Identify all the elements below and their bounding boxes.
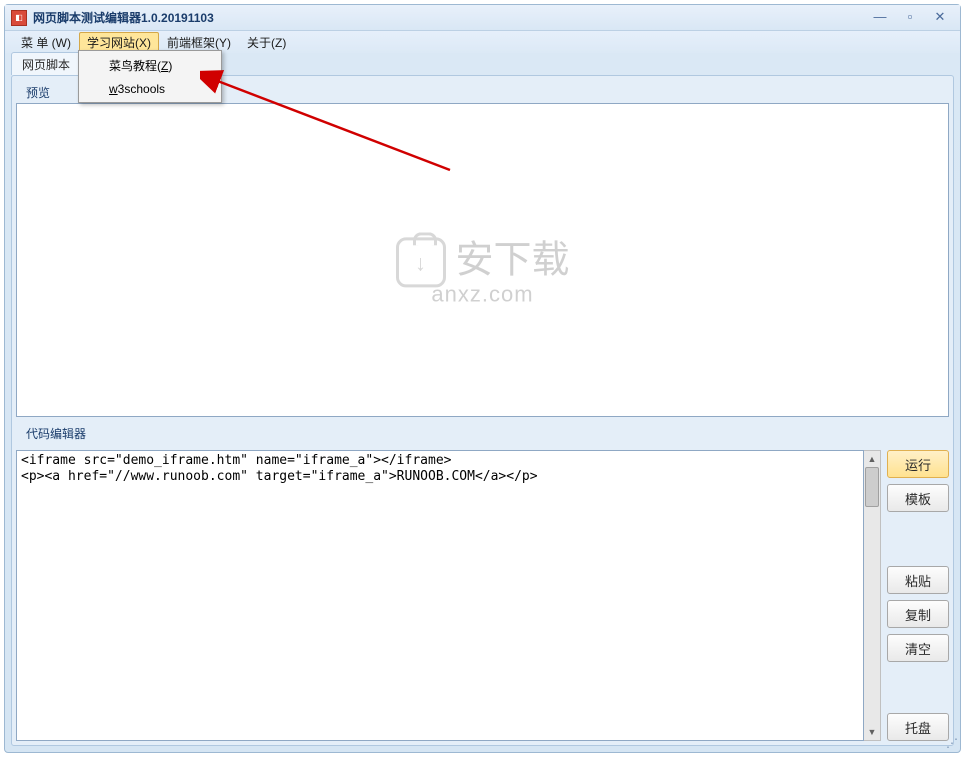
run-button[interactable]: 运行: [887, 450, 949, 478]
scroll-up-icon[interactable]: ▲: [864, 451, 880, 467]
watermark-line1: 安下载: [455, 239, 569, 281]
window-title: 网页脚本测试编辑器1.0.20191103: [33, 9, 214, 26]
close-button[interactable]: ✕: [926, 9, 954, 27]
minimize-button[interactable]: —: [866, 9, 894, 27]
dropdown-item-label: 菜鸟教程(Z): [109, 59, 172, 73]
tab-webscript[interactable]: 网页脚本: [11, 52, 81, 75]
watermark: 安下载 anxz.com: [395, 228, 569, 307]
template-button[interactable]: 模板: [887, 484, 949, 512]
app-icon: ◧: [11, 10, 27, 26]
dropdown-item-w3schools[interactable]: w3schools: [81, 78, 219, 100]
code-label: 代码编辑器: [16, 421, 949, 444]
dropdown-item-runoob[interactable]: 菜鸟教程(Z): [81, 53, 219, 78]
clear-button[interactable]: 清空: [887, 634, 949, 662]
tray-button[interactable]: 托盘: [887, 713, 949, 741]
button-column: 运行 模板 粘贴 复制 清空 托盘: [887, 450, 949, 741]
scroll-down-icon[interactable]: ▼: [864, 724, 880, 740]
code-editor[interactable]: <iframe src="demo_iframe.htm" name="ifra…: [16, 450, 864, 741]
app-window: ◧ 网页脚本测试编辑器1.0.20191103 — ▫ ✕ 菜 单 (W) 学习…: [4, 4, 961, 753]
client-area: 预览 安下载 anxz.com 代码编辑器 <iframe src="demo_…: [11, 75, 954, 746]
menu-item-about[interactable]: 关于(Z): [239, 32, 294, 53]
code-scrollbar[interactable]: ▲ ▼: [864, 450, 881, 741]
paste-button[interactable]: 粘贴: [887, 566, 949, 594]
maximize-button[interactable]: ▫: [896, 9, 924, 27]
learn-sites-dropdown: 菜鸟教程(Z) w3schools: [78, 50, 222, 103]
copy-button[interactable]: 复制: [887, 600, 949, 628]
resize-grip[interactable]: ⋰: [944, 736, 958, 750]
title-bar[interactable]: ◧ 网页脚本测试编辑器1.0.20191103 — ▫ ✕: [5, 5, 960, 31]
code-section: <iframe src="demo_iframe.htm" name="ifra…: [16, 450, 949, 741]
scroll-thumb[interactable]: [865, 467, 879, 507]
preview-panel[interactable]: 安下载 anxz.com: [16, 103, 949, 417]
watermark-line2: anxz.com: [395, 281, 569, 307]
menu-item-main[interactable]: 菜 单 (W): [13, 32, 79, 53]
dropdown-item-label: w3schools: [109, 82, 165, 96]
